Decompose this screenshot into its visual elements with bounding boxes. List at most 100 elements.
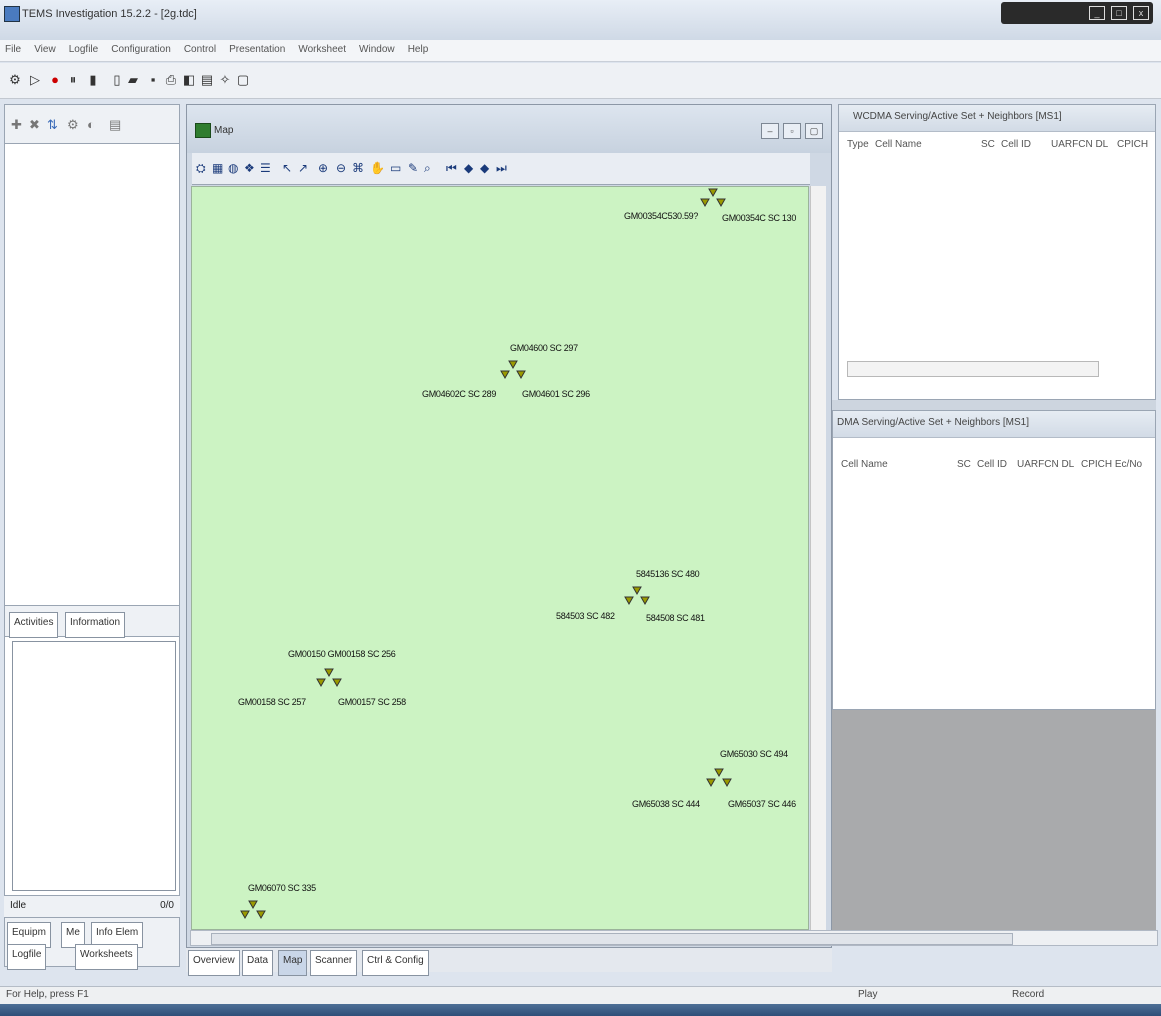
rewind-icon[interactable]: ◆ [464,161,473,175]
activities-list[interactable] [12,641,176,891]
worksheet-tabs: Overview Data Map Scanner Ctrl & Config [186,948,832,976]
pause-icon[interactable]: ⏸ [66,73,80,87]
info-pointer-icon[interactable]: ↗ [298,161,308,175]
column-header[interactable]: UARFCN DL [1051,139,1108,150]
column-header[interactable]: Cell ID [977,459,1007,470]
theme-icon[interactable]: ❖ [244,161,255,175]
tab-data[interactable]: Data [242,950,274,976]
menu-configuration[interactable]: Configuration [106,40,175,55]
column-header[interactable]: SC [981,139,995,150]
tab-scanner[interactable]: Scanner [310,950,358,976]
menu-view[interactable]: View [29,40,61,55]
menu-file[interactable]: File [0,40,26,55]
ruler-icon[interactable]: ✎ [408,161,418,175]
navigator-toolbar: ✚ ✖ ⇅ ⚙ ◐ ▤ [4,104,180,144]
search-icon[interactable]: ⌕ [424,161,431,176]
site-label: 584503 SC 482 [556,611,615,621]
window-title: TEMS Investigation 15.2.2 - [2g.tdc] [22,8,197,20]
menu-help[interactable]: Help [403,40,434,55]
tab-activities[interactable]: Activities [9,612,59,638]
site-label: GM00354C SC 130 [722,213,797,223]
gear-icon[interactable]: ⚙ [67,117,79,133]
column-header[interactable]: Type [847,139,869,150]
tab-worksheets[interactable]: Worksheets [75,944,138,970]
site-label: 584508 SC 481 [646,613,705,623]
properties-icon[interactable]: ▤ [109,117,121,133]
layers-icon[interactable]: ⛭ [196,161,206,176]
add-icon[interactable]: ✚ [11,117,22,133]
connect-icon[interactable]: ⚙ [8,73,22,87]
tab-overview[interactable]: Overview [188,950,240,976]
map-restore-icon[interactable]: ▫ [783,123,801,139]
map-window-controls: – ▫ ▢ [757,123,823,139]
record-icon[interactable]: ● [48,73,62,87]
tab-map[interactable]: Map [278,950,308,976]
legend-icon[interactable]: ☰ [260,161,271,175]
maximize-icon[interactable]: □ [1111,6,1127,20]
tab-logfile[interactable]: Logfile [7,944,47,970]
column-header[interactable]: Cell ID [1001,139,1031,150]
menu-presentation[interactable]: Presentation [224,40,290,55]
preview-icon[interactable]: ◧ [182,73,196,87]
table-header: Type Cell Name SC Cell ID UARFCN DL CPIC… [839,135,1155,155]
close-icon[interactable]: x [1133,6,1149,20]
print-icon[interactable]: ⎙ [164,73,178,87]
menu-control[interactable]: Control [179,40,221,55]
refresh-icon[interactable]: ⇅ [47,117,58,133]
site-label: GM00354C530.59? [624,211,699,221]
menu-window[interactable]: Window [354,40,400,55]
device-icon[interactable]: ▮ [86,73,100,87]
site-label: GM65030 SC 494 [720,749,788,759]
tab-ctrl-config[interactable]: Ctrl & Config [362,950,429,976]
panel-horizontal-scrollbar[interactable] [847,361,1099,377]
forward-icon[interactable]: ◆ [480,161,489,175]
idle-count: 0/0 [160,900,174,911]
column-header[interactable]: Cell Name [841,459,888,470]
pan-icon[interactable]: ✋ [370,161,385,175]
minimize-icon[interactable]: _ [1089,6,1105,20]
zoom-full-icon[interactable]: ⌘ [352,161,364,175]
bounds-icon[interactable]: ▭ [390,161,401,175]
column-header[interactable]: CPICH Ec/No [1081,459,1142,470]
column-header[interactable]: UARFCN DL [1017,459,1074,470]
menu-worksheet[interactable]: Worksheet [293,40,351,55]
horizontal-scrollbar[interactable] [190,930,1158,946]
scrollbar-thumb[interactable] [211,933,1013,945]
idle-bar: Idle 0/0 [4,895,180,917]
tab-information[interactable]: Information [65,612,126,638]
map-canvas[interactable]: GM00354C530.59? GM00354C SC 130 GM04600 … [191,186,809,930]
play-icon[interactable]: ▷ [28,73,42,87]
next-icon[interactable]: ⏭ [496,161,507,176]
previous-icon[interactable]: ⏮ [446,161,457,176]
panel-splitter[interactable] [832,400,1156,410]
column-header[interactable]: Cell Name [875,139,922,150]
new-icon[interactable]: ▯ [110,73,124,87]
column-header[interactable]: CPICH [1117,139,1148,150]
zoom-out-icon[interactable]: ⊖ [336,161,346,175]
window-controls: _ □ x [1001,2,1153,24]
save-icon[interactable]: ▪ [146,73,160,87]
remove-icon[interactable]: ✖ [29,117,40,133]
menu-logfile[interactable]: Logfile [64,40,103,55]
map-vertical-scrollbar[interactable] [810,186,826,930]
map-titlebar: Map – ▫ ▢ [187,105,831,153]
table-icon[interactable]: ▦ [212,161,223,175]
open-icon[interactable]: ▰ [126,73,140,87]
settings-icon[interactable]: ✧ [218,73,232,87]
globe-icon[interactable]: ◍ [228,161,238,175]
status-play: Play [858,989,878,1000]
select-icon[interactable]: ↖ [282,161,292,175]
activities-tabbar: Activities Information [4,605,180,638]
status-help-text: For Help, press F1 [6,989,89,1000]
column-header[interactable]: SC [957,459,971,470]
info-icon[interactable]: ◐ [87,117,95,132]
map-close-icon[interactable]: ▢ [805,123,823,139]
navigator-tabs: Equipm Me Info Elem Logfile Worksheets [4,917,180,970]
site-label: GM04602C SC 289 [422,389,497,399]
window-icon[interactable]: ▢ [236,73,250,87]
site-label: GM00150 GM00158 SC 256 [288,649,396,659]
zoom-in-icon[interactable]: ⊕ [318,161,328,175]
map-minimize-icon[interactable]: – [761,123,779,139]
layout-icon[interactable]: ▤ [200,73,214,87]
idle-label: Idle [10,900,27,911]
